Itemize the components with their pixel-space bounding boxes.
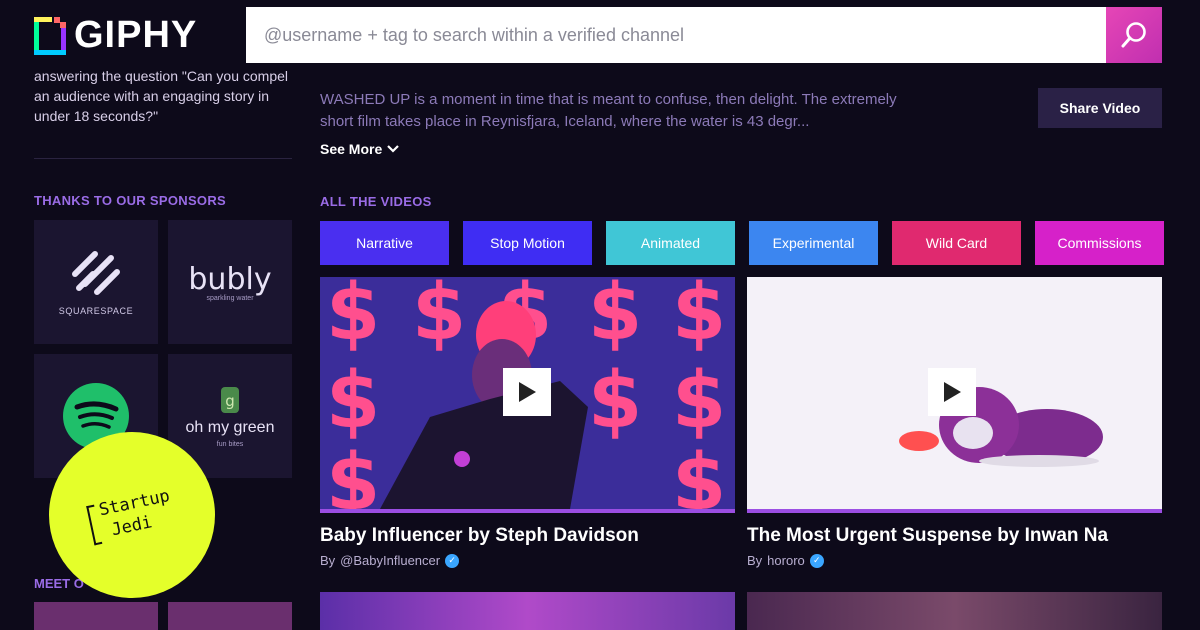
squarespace-logo-icon	[72, 251, 120, 295]
giphy-logo-icon	[34, 16, 66, 55]
see-more-link[interactable]: See More	[320, 141, 400, 157]
category-experimental[interactable]: Experimental	[749, 221, 878, 265]
thumbnail-underline	[320, 509, 735, 513]
verified-check-icon: ✓	[445, 553, 460, 568]
giphy-logo[interactable]: GIPHY	[34, 14, 197, 57]
video-thumbnail[interactable]: $$$$$ $$$ $$	[320, 277, 735, 509]
meet-heading: MEET O	[34, 576, 84, 591]
video-thumbnail[interactable]	[747, 277, 1162, 509]
svg-text:$: $	[326, 356, 380, 446]
startup-jedi-badge: Startup Jedi	[49, 432, 215, 598]
meet-tile[interactable]	[34, 602, 158, 630]
sidebar-intro-text: answering the question "Can you compel a…	[34, 68, 289, 124]
svg-text:$: $	[326, 438, 380, 509]
sponsor-bubly-tagline: sparkling water	[206, 295, 254, 302]
video-thumbnail[interactable]	[320, 592, 735, 630]
category-tabs: Narrative Stop Motion Animated Experimen…	[320, 221, 1164, 265]
thumbnail-underline	[747, 509, 1162, 513]
all-videos-heading: ALL THE VIDEOS	[320, 194, 432, 209]
svg-text:$: $	[326, 277, 380, 358]
startup-jedi-logo: Startup Jedi	[86, 485, 176, 546]
sponsor-oh-my-green-tagline: fun bites	[216, 440, 244, 448]
sponsor-bubly[interactable]: bubly sparkling water	[168, 220, 292, 344]
video-author-link[interactable]: hororo	[767, 553, 805, 568]
svg-text:g: g	[225, 392, 235, 410]
byline-prefix: By	[320, 553, 336, 568]
svg-text:$: $	[588, 356, 642, 446]
sponsor-squarespace[interactable]: SQUARESPACE	[34, 220, 158, 344]
video-byline: By hororo ✓	[747, 553, 1162, 568]
play-button[interactable]	[503, 368, 551, 416]
svg-text:$: $	[588, 277, 642, 358]
play-button[interactable]	[928, 368, 976, 416]
video-title[interactable]: The Most Urgent Suspense by Inwan Na	[747, 525, 1162, 547]
video-card[interactable]: $$$$$ $$$ $$ Baby Influencer by Steph Da…	[320, 277, 735, 568]
meet-row	[34, 602, 292, 630]
verified-check-icon: ✓	[809, 553, 824, 568]
video-grid-next-row	[320, 592, 1162, 630]
video-grid: $$$$$ $$$ $$ Baby Influencer by Steph Da…	[320, 277, 1162, 568]
byline-prefix: By	[747, 553, 763, 568]
giphy-wordmark: GIPHY	[74, 14, 198, 56]
category-animated[interactable]: Animated	[606, 221, 735, 265]
search-icon	[1121, 22, 1146, 48]
video-card[interactable]: The Most Urgent Suspense by Inwan Na By …	[747, 277, 1162, 568]
search-button[interactable]	[1106, 7, 1162, 63]
category-commissions[interactable]: Commissions	[1035, 221, 1164, 265]
sponsors-heading: THANKS TO OUR SPONSORS	[34, 193, 226, 208]
category-stop-motion[interactable]: Stop Motion	[463, 221, 592, 265]
category-wild-card[interactable]: Wild Card	[892, 221, 1021, 265]
video-thumbnail[interactable]	[747, 592, 1162, 630]
sidebar-divider	[34, 158, 292, 159]
sponsor-squarespace-label: SQUARESPACE	[58, 306, 134, 316]
video-title[interactable]: Baby Influencer by Steph Davidson	[320, 525, 735, 547]
sponsor-oh-my-green-wordmark: oh my green	[185, 418, 275, 436]
video-byline: By @BabyInfluencer ✓	[320, 553, 735, 568]
svg-text:$: $	[412, 277, 466, 358]
share-video-button[interactable]: Share Video	[1038, 88, 1162, 128]
chevron-down-icon	[387, 145, 400, 153]
svg-text:$: $	[672, 438, 726, 509]
video-author-link[interactable]: @BabyInfluencer	[340, 553, 440, 568]
sponsor-bubly-wordmark: bubly	[188, 262, 272, 297]
search-input[interactable]	[246, 7, 1106, 63]
play-icon	[944, 382, 961, 402]
play-icon	[519, 382, 536, 402]
video-description: WASHED UP is a moment in time that is me…	[320, 91, 897, 130]
svg-text:$: $	[672, 277, 726, 358]
meet-tile[interactable]	[168, 602, 292, 630]
svg-text:$: $	[672, 356, 726, 446]
search-bar	[246, 7, 1162, 63]
sidebar: answering the question "Can you compel a…	[34, 66, 294, 478]
oh-my-green-logo-icon: g	[221, 386, 239, 413]
see-more-label: See More	[320, 141, 383, 157]
category-narrative[interactable]: Narrative	[320, 221, 449, 265]
